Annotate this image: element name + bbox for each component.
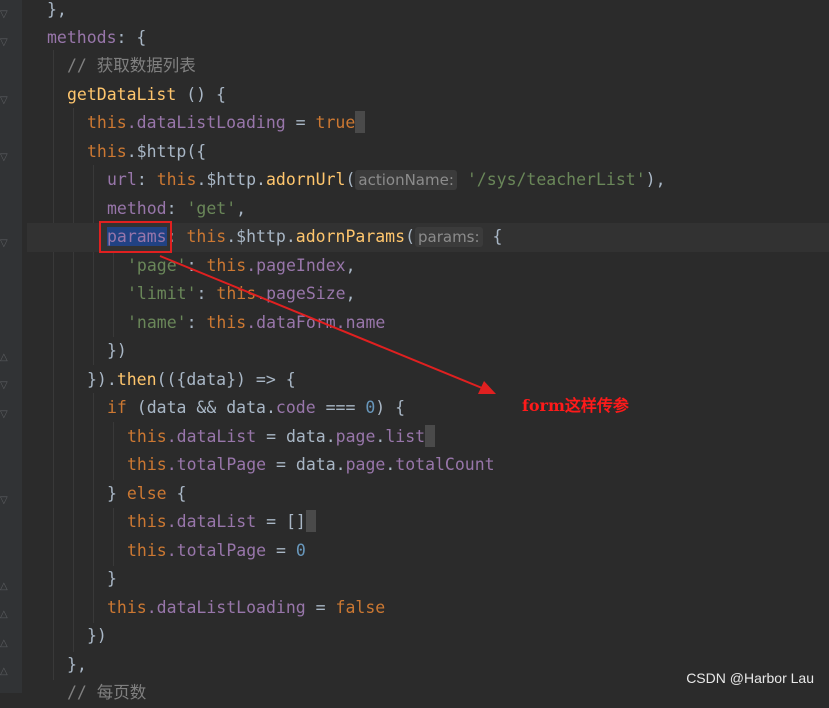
watermark: CSDN @Harbor Lau xyxy=(686,670,814,686)
annotation-arrow-icon xyxy=(159,255,496,394)
annotation-note: form这样传参 xyxy=(522,396,629,415)
